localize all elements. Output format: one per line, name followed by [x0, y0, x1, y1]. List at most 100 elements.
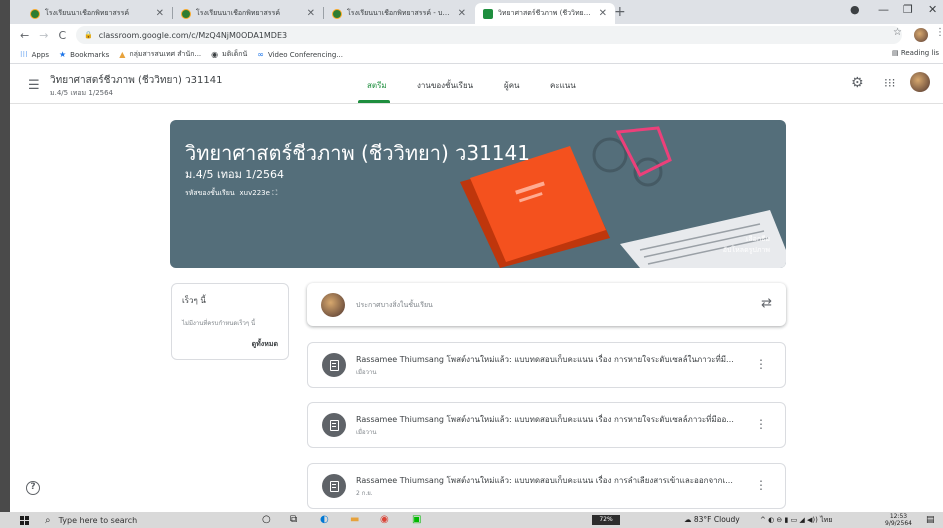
browser-tab-label: โรงเรียนนาเชือกพิทยาสรรค์ [45, 9, 130, 17]
stream-post[interactable]: Rassamee Thiumsang โพสต์งานใหม่แล้ว: แบบ… [307, 463, 786, 509]
menu-icon[interactable]: ☰ [28, 78, 40, 93]
bookmark-bookmarks[interactable]: ★ Bookmarks [59, 50, 109, 59]
maximize-icon[interactable]: ❐ [903, 3, 913, 16]
post-text: Rassamee Thiumsang โพสต์งานใหม่แล้ว: แบบ… [356, 415, 734, 424]
close-icon[interactable]: ✕ [156, 8, 164, 19]
bookmarks-bar: ⁝⁝⁝ Apps ★ Bookmarks ▲ กลุ่มสารสนเทศ สำน… [10, 46, 943, 64]
school-logo-icon [181, 8, 191, 19]
browser-tab-3[interactable]: โรงเรียนนาเชือกพิทยาสรรค์ - บทเรียน ✕ [324, 3, 474, 24]
reading-list-icon: ▤ [891, 49, 901, 57]
chrome-icon[interactable]: ◉ [380, 514, 389, 525]
classroom-icon [483, 8, 493, 19]
browser-tab-4-active[interactable]: วิทยาศาสตร์ชีวภาพ (ชีววิทยา) ว3114 ✕ [475, 3, 615, 24]
more-options-icon[interactable]: ⋮ [755, 478, 767, 492]
url-text: classroom.google.com/c/MzQ4NjM0ODA1MDE3 [98, 30, 288, 40]
glasses-lens [592, 137, 628, 173]
bookmark-info-group[interactable]: ▲ กลุ่มสารสนเทศ สำนัก... [119, 49, 201, 60]
close-icon[interactable]: ✕ [458, 8, 466, 19]
class-banner: วิทยาศาสตร์ชีวภาพ (ชีววิทยา) ว31141 ม.4/… [170, 120, 786, 268]
tab-grades[interactable]: คะแนน [550, 79, 576, 92]
upcoming-empty-text: ไม่มีงานที่ครบกำหนดเร็วๆ นี้ [182, 320, 256, 327]
class-title[interactable]: วิทยาศาสตร์ชีวภาพ (ชีววิทยา) ว31141 [50, 73, 223, 88]
fullscreen-icon[interactable]: ⛶ [272, 189, 277, 197]
bookmark-apps[interactable]: ⁝⁝⁝ Apps [20, 50, 49, 59]
bookmark-star-icon[interactable]: ☆ [893, 27, 902, 38]
taskbar-search[interactable]: ⌕ Type here to search [45, 513, 245, 527]
desktop-edge [0, 0, 10, 512]
help-icon[interactable]: ? [26, 481, 40, 495]
stream-post[interactable]: Rassamee Thiumsang โพสต์งานใหม่แล้ว: แบบ… [307, 342, 786, 388]
notification-icon[interactable]: ▤ [926, 515, 935, 525]
apps-icon[interactable]: ⁝⁝⁝ [884, 76, 895, 90]
browser-tab-label: โรงเรียนนาเชือกพิทยาสรรค์ [196, 9, 281, 17]
file-explorer-icon[interactable]: ▬ [350, 514, 359, 525]
clock-date: 9/9/2564 [885, 520, 912, 527]
minimize-icon[interactable]: — [878, 3, 889, 16]
announce-box[interactable]: ประกาศบางสิ่งในชั้นเรียน ⇄ [307, 283, 786, 326]
language-indicator[interactable]: ไทย [820, 516, 832, 524]
search-icon: ⌕ [45, 514, 51, 526]
tab-search-icon[interactable]: ● [850, 3, 860, 16]
web-icon: ◉ [211, 50, 219, 59]
system-tray[interactable]: ^ ◐ ⊖ ▮ ▭ ◢ ◀)) ไทย [760, 515, 832, 526]
class-subtitle: ม.4/5 เทอม 1/2564 [50, 89, 114, 97]
announce-placeholder[interactable]: ประกาศบางสิ่งในชั้นเรียน [356, 300, 433, 311]
repost-icon[interactable]: ⇄ [761, 296, 772, 311]
tab-classwork[interactable]: งานของชั้นเรียน [417, 79, 473, 92]
task-view-icon[interactable]: ⧉ [290, 514, 297, 525]
battery-indicator[interactable]: 72% [592, 515, 620, 525]
close-icon[interactable]: ✕ [307, 8, 315, 19]
close-icon[interactable]: ✕ [599, 8, 607, 19]
lock-icon: 🔒 [84, 31, 93, 39]
bookmark-label: Apps [31, 50, 49, 59]
post-date: เมื่อวาน [356, 429, 377, 436]
browser-tab-1[interactable]: โรงเรียนนาเชือกพิทยาสรรค์ ✕ [22, 3, 172, 24]
user-avatar [321, 293, 345, 317]
back-icon[interactable]: ← [20, 29, 29, 42]
apps-grid-icon: ⁝⁝⁝ [20, 50, 28, 59]
tab-people[interactable]: ผู้คน [504, 79, 520, 92]
browser-menu-icon[interactable]: ⋮ [935, 27, 943, 38]
address-bar[interactable]: 🔒 classroom.google.com/c/MzQ4NjM0ODA1MDE… [76, 26, 902, 44]
star-icon: ★ [58, 50, 67, 59]
more-options-icon[interactable]: ⋮ [755, 417, 767, 431]
class-code[interactable]: รหัสของชั้นเรียน xuv223e ⛶ [185, 188, 277, 199]
stream-post[interactable]: Rassamee Thiumsang โพสต์งานใหม่แล้ว: แบบ… [307, 402, 786, 448]
user-avatar[interactable] [910, 72, 930, 92]
taskbar-clock[interactable]: 12:53 9/9/2564 [885, 513, 912, 527]
tab-stream[interactable]: สตรีม [367, 79, 387, 92]
browser-tab-2[interactable]: โรงเรียนนาเชือกพิทยาสรรค์ ✕ [173, 3, 323, 24]
post-text: Rassamee Thiumsang โพสต์งานใหม่แล้ว: แบบ… [356, 355, 734, 364]
new-tab-icon[interactable]: + [614, 4, 626, 20]
weather-widget[interactable]: ☁ 83°F Cloudy [684, 515, 740, 524]
bookmark-web[interactable]: ◉ มติเด็กนั [211, 49, 247, 60]
folder-icon: ▲ [119, 50, 126, 59]
bookmark-video[interactable]: ∞ Video Conferencing... [257, 50, 343, 59]
windows-start-icon[interactable] [20, 516, 29, 525]
classroom-header: ☰ วิทยาศาสตร์ชีวภาพ (ชีววิทยา) ว31141 ม.… [10, 64, 943, 104]
tray-icons: ^ ◐ ⊖ ▮ ▭ ◢ ◀)) [760, 516, 821, 524]
upload-photo-link[interactable]: อัปโหลดรูปภาพ [723, 245, 770, 256]
cortana-icon[interactable]: ○ [262, 514, 271, 525]
taskbar-search-placeholder: Type here to search [58, 515, 138, 525]
close-window-icon[interactable]: ✕ [928, 3, 937, 16]
class-code-label: รหัสของชั้นเรียน [185, 189, 235, 197]
reading-list-button[interactable]: ▤ Reading lis [892, 49, 939, 57]
clock-time: 12:53 [889, 513, 908, 520]
banner-section: ม.4/5 เทอม 1/2564 [185, 168, 285, 181]
more-options-icon[interactable]: ⋮ [755, 357, 767, 371]
post-text: Rassamee Thiumsang โพสต์งานใหม่แล้ว: แบบ… [356, 476, 733, 485]
view-all-link[interactable]: ดูทั้งหมด [252, 339, 278, 350]
browser-window: โรงเรียนนาเชือกพิทยาสรรค์ ✕ โรงเรียนนาเช… [10, 0, 943, 512]
select-theme-link[interactable]: เลือกธีม [723, 234, 770, 245]
assignment-icon [322, 353, 346, 377]
active-tab-indicator [358, 100, 390, 103]
upcoming-title: เร็วๆ นี้ [182, 296, 206, 305]
forward-icon[interactable]: → [39, 29, 48, 42]
gear-icon[interactable]: ⚙ [851, 75, 864, 91]
profile-avatar[interactable] [914, 28, 928, 42]
line-app-icon[interactable]: ▣ [412, 514, 421, 525]
reload-icon[interactable]: C [58, 29, 66, 42]
edge-icon[interactable]: ◐ [320, 514, 329, 525]
browser-tab-label: โรงเรียนนาเชือกพิทยาสรรค์ - บทเรียน [347, 9, 452, 17]
